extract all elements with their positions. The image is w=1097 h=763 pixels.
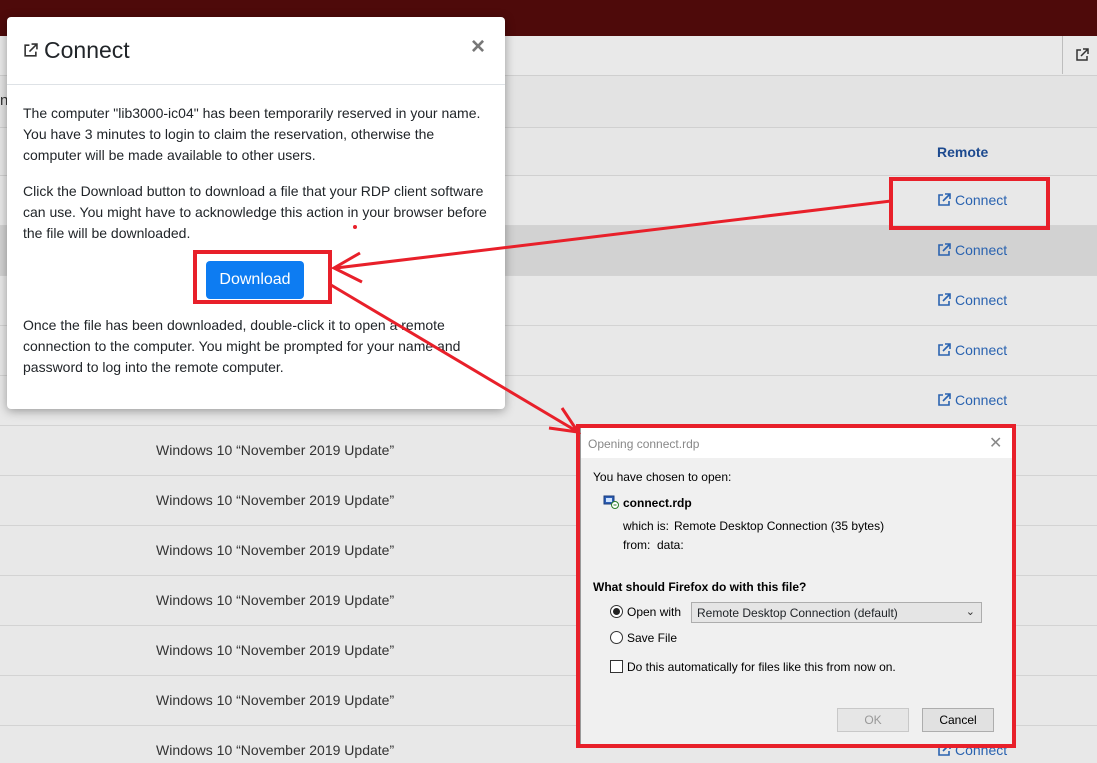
os-name: Windows 10 “November 2019 Update”	[156, 492, 395, 508]
connect-link[interactable]: Connect	[937, 292, 1007, 308]
connect-label: Connect	[955, 392, 1008, 408]
external-link-icon	[1076, 48, 1089, 61]
dialog-titlebar: Opening connect.rdp ✕	[581, 428, 1012, 458]
connect-label: Connect	[955, 242, 1008, 258]
external-link-icon	[24, 43, 38, 57]
modal-title-text: Connect	[44, 37, 130, 63]
connect-label: Connect	[955, 292, 1008, 308]
connect-modal: Connect × The computer "lib3000-ic04" ha…	[7, 17, 505, 409]
dialog-close-button[interactable]: ✕	[989, 433, 1002, 453]
file-type: Remote Desktop Connection (35 bytes)	[674, 519, 885, 533]
external-link-icon	[938, 393, 951, 406]
ok-button[interactable]: OK	[837, 708, 909, 732]
os-name: Windows 10 “November 2019 Update”	[156, 592, 395, 608]
external-link-icon	[938, 293, 951, 306]
cancel-button[interactable]: Cancel	[922, 708, 994, 732]
auto-label[interactable]: Do this automatically for files like thi…	[627, 660, 896, 674]
connect-link[interactable]: Connect	[937, 242, 1007, 258]
firefox-download-dialog: Opening connect.rdp ✕ You have chosen to…	[580, 427, 1013, 745]
os-name: Windows 10 “November 2019 Update”	[156, 442, 395, 458]
chevron-down-icon: ⌄	[965, 606, 975, 618]
connect-link[interactable]: Connect	[937, 342, 1007, 358]
app-select[interactable]: Remote Desktop Connection (default) ⌄	[691, 602, 982, 623]
auto-checkbox[interactable]	[610, 660, 623, 673]
os-name: Windows 10 “November 2019 Update”	[156, 742, 395, 758]
column-header-remote: Remote	[937, 144, 989, 160]
connect-link[interactable]: Connect	[937, 392, 1007, 408]
file-name: connect.rdp	[623, 496, 692, 510]
os-name: Windows 10 “November 2019 Update”	[156, 642, 395, 658]
dialog-title: Opening connect.rdp	[588, 437, 700, 451]
save-file-radio[interactable]	[610, 631, 623, 644]
os-name: Windows 10 “November 2019 Update”	[156, 542, 395, 558]
external-link-icon	[938, 193, 951, 206]
open-with-radio[interactable]	[610, 605, 623, 618]
save-file-label[interactable]: Save File	[627, 631, 677, 645]
app-select-value: Remote Desktop Connection (default)	[697, 606, 898, 620]
modal-header: Connect ×	[7, 17, 505, 85]
rdp-file-icon	[603, 495, 619, 509]
reservation-text: The computer "lib3000-ic04" has been tem…	[23, 105, 481, 163]
external-link-icon	[938, 743, 951, 756]
external-link-icon	[938, 243, 951, 256]
os-name: Windows 10 “November 2019 Update”	[156, 692, 395, 708]
modal-title: Connect	[23, 37, 130, 64]
question-label: What should Firefox do with this file?	[593, 580, 807, 594]
open-with-label[interactable]: Open with	[627, 605, 681, 619]
download-button[interactable]: Download	[206, 261, 304, 299]
close-button[interactable]: ×	[471, 35, 485, 59]
external-link-icon	[938, 343, 951, 356]
after-download-text: Once the file has been downloaded, doubl…	[23, 317, 461, 375]
connect-label: Connect	[955, 342, 1008, 358]
download-instructions: Click the Download button to download a …	[23, 183, 487, 241]
open-external-button[interactable]	[1062, 36, 1097, 74]
from-value: data:	[657, 538, 684, 552]
from-label: from:	[623, 538, 651, 552]
chosen-label: You have chosen to open:	[593, 470, 732, 484]
connect-label: Connect	[955, 192, 1008, 208]
connect-link[interactable]: Connect	[937, 192, 1007, 208]
which-is-label: which is:	[623, 519, 670, 533]
